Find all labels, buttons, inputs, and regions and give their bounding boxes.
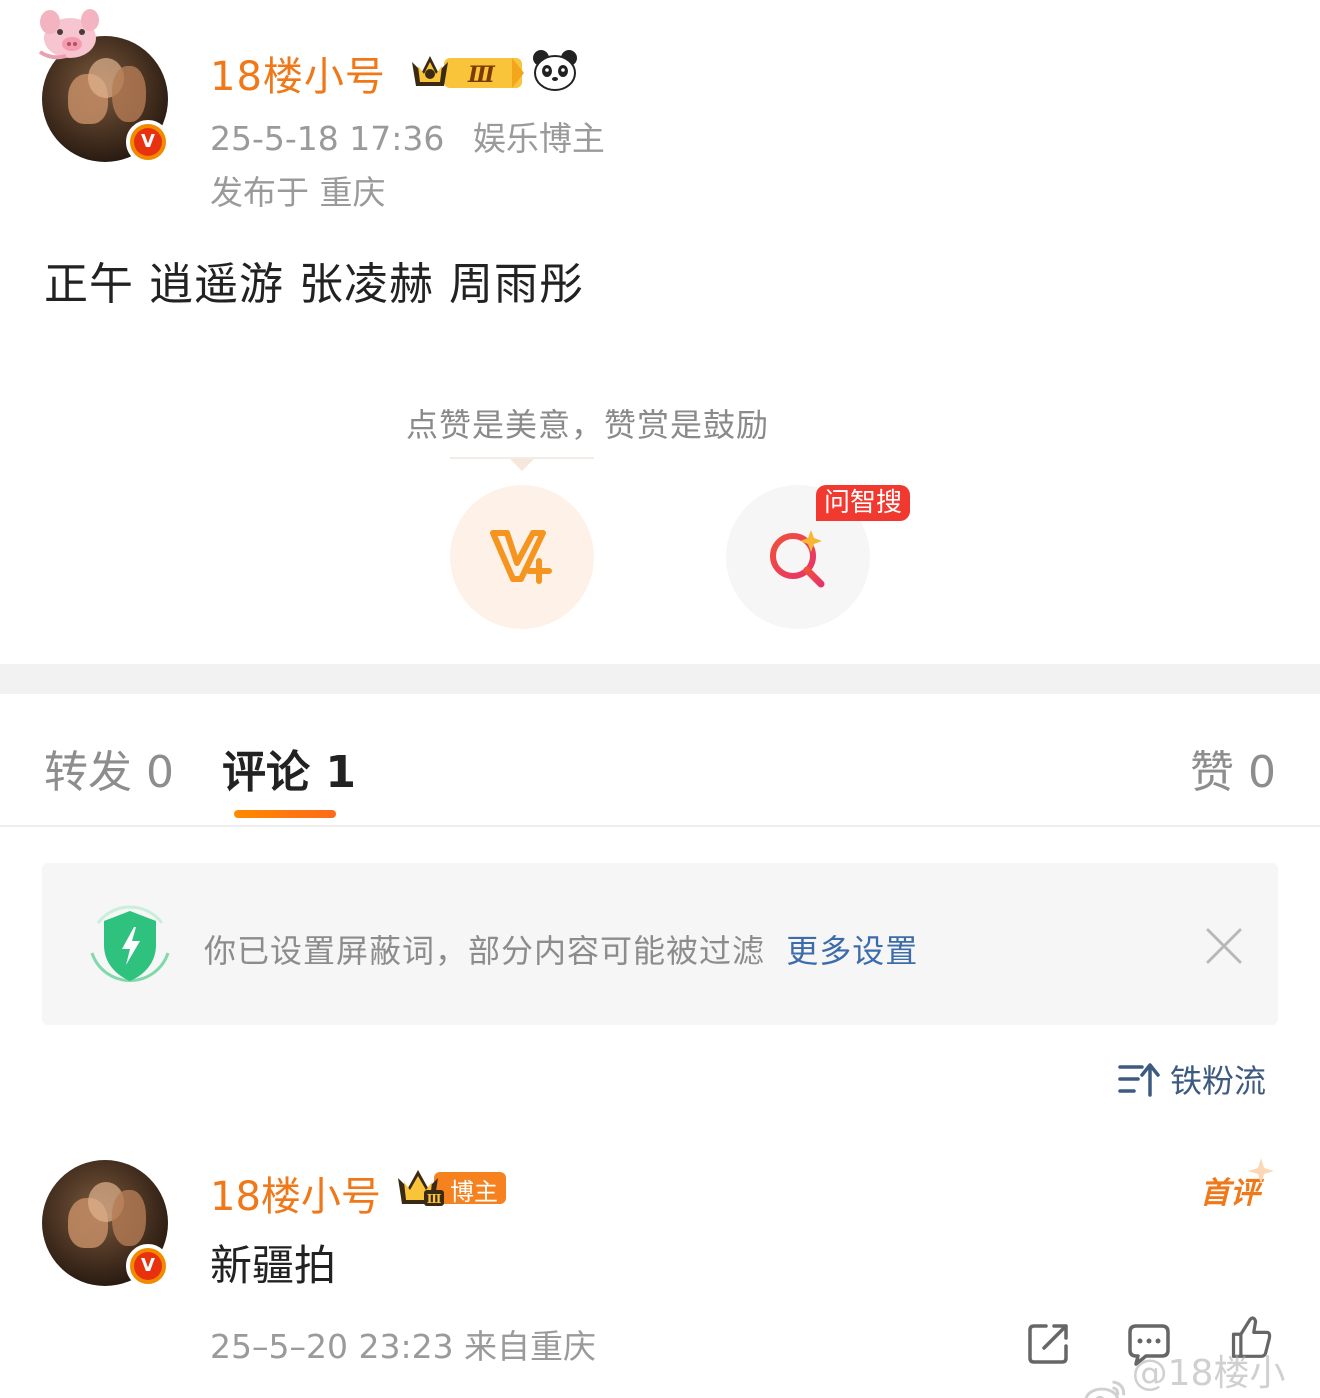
post-location: 发布于 重庆 [210,173,386,212]
more-settings-link[interactable]: 更多设置 [786,932,918,970]
search-sparkle-icon [770,530,825,588]
post-time: 25-5-18 17:36 [210,119,445,158]
comment-meta: 25–5–20 23:23 来自重庆 [210,1327,597,1366]
filter-notice-message: 你已设置屏蔽词，部分内容可能被过滤 [204,932,766,970]
filter-notice-text: 你已设置屏蔽词，部分内容可能被过滤 更多设置 [204,926,918,972]
weibo-watermark: @18楼小号 [1084,1344,1320,1398]
comment-crown-level: Ⅲ [427,1192,442,1206]
sort-toggle[interactable]: 铁粉流 [1118,1056,1266,1102]
section-divider [0,664,1320,694]
blogger-badge-label: 博主 [450,1178,498,1206]
watermark-text: @18楼小号 [1131,1353,1286,1394]
wenzhisou-tag: 问智搜 [816,485,911,521]
tab-comments[interactable]: 评论 1 [222,736,356,800]
tabs-divider [0,825,1320,827]
sort-label: 铁粉流 [1170,1062,1267,1100]
hint-caret [510,459,534,471]
close-icon[interactable] [1204,926,1244,966]
vplus-icon [490,530,552,584]
commenter-verified-badge-icon: V [126,1244,170,1288]
reward-hint: 点赞是美意，赞赏是鼓励 [406,406,770,444]
commenter-name[interactable]: 18楼小号 [210,1164,381,1222]
panda-icon [533,50,577,91]
crown-level-text: Ⅲ [467,62,496,88]
post-timestamp: 25-5-18 17:36 娱乐博主 [210,112,605,160]
weibo-logo-icon [1084,1380,1126,1398]
sparkle-icon [1248,1158,1274,1184]
tab-likes[interactable]: 赞 0 [1190,736,1276,800]
post-body: 正午 逍遥游 张凌赫 周雨彤 [44,259,584,310]
vplus-reward-button[interactable] [450,485,594,629]
verified-badge-icon: V [126,120,170,164]
share-icon[interactable] [1026,1320,1072,1366]
post-role: 娱乐博主 [472,119,605,158]
crown-level-badge-icon[interactable]: Ⅲ [408,50,526,92]
pig-pendant-icon [38,9,99,60]
post-author-name[interactable]: 18楼小号 [210,44,386,102]
shield-icon [90,905,170,983]
comment-text: 新疆拍 [210,1241,337,1290]
tab-repost[interactable]: 转发 0 [44,736,174,800]
tab-active-indicator [234,810,336,818]
sort-icon [1118,1063,1160,1097]
